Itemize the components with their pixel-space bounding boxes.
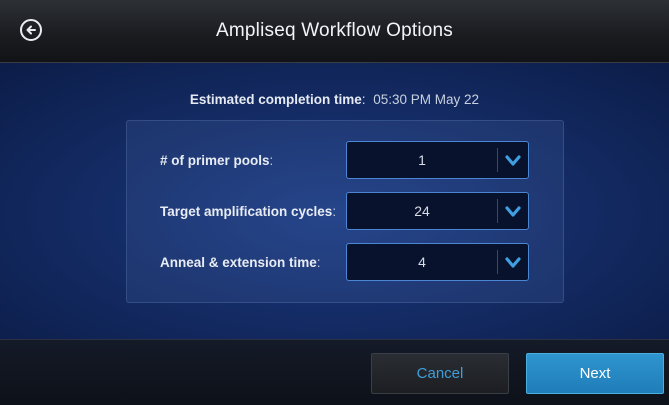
select-divider — [497, 250, 498, 274]
option-label-text: Anneal & extension time — [160, 255, 317, 270]
cancel-button[interactable]: Cancel — [371, 353, 509, 394]
completion-label: Estimated completion time — [189, 92, 362, 107]
header-bar: Ampliseq Workflow Options — [0, 0, 669, 63]
option-label-colon: : — [332, 204, 337, 219]
option-row-amplification-cycles: Target amplification cycles: 24 — [127, 192, 565, 230]
option-label-text: # of primer pools — [160, 153, 270, 168]
option-label: # of primer pools: — [160, 153, 273, 168]
option-label-text: Target amplification cycles — [160, 204, 333, 219]
chevron-down-icon[interactable] — [499, 253, 527, 273]
amplification-cycles-select[interactable]: 24 — [346, 192, 529, 230]
completion-colon: : — [361, 92, 366, 107]
anneal-extension-select[interactable]: 4 — [346, 243, 529, 281]
option-label: Target amplification cycles: — [160, 204, 336, 219]
next-button[interactable]: Next — [526, 353, 664, 394]
select-value: 1 — [418, 152, 426, 168]
option-label-colon: : — [269, 153, 274, 168]
chevron-down-icon[interactable] — [499, 151, 527, 171]
main-content: Estimated completion time: 05:30 PM May … — [0, 63, 669, 339]
estimated-completion: Estimated completion time: 05:30 PM May … — [0, 92, 669, 107]
select-value: 4 — [418, 254, 426, 270]
select-divider — [497, 199, 498, 223]
completion-value: 05:30 PM May 22 — [373, 92, 480, 107]
primer-pools-select[interactable]: 1 — [346, 141, 529, 179]
option-row-anneal-extension: Anneal & extension time: 4 — [127, 243, 565, 281]
option-label: Anneal & extension time: — [160, 255, 321, 270]
option-row-primer-pools: # of primer pools: 1 — [127, 141, 565, 179]
footer-bar: Cancel Next — [0, 339, 669, 405]
chevron-down-icon[interactable] — [499, 202, 527, 222]
page-title: Ampliseq Workflow Options — [216, 20, 453, 41]
select-divider — [497, 148, 498, 172]
options-panel: # of primer pools: 1 Target amplificatio… — [126, 120, 564, 303]
option-label-colon: : — [316, 255, 321, 270]
select-value: 24 — [414, 203, 430, 219]
